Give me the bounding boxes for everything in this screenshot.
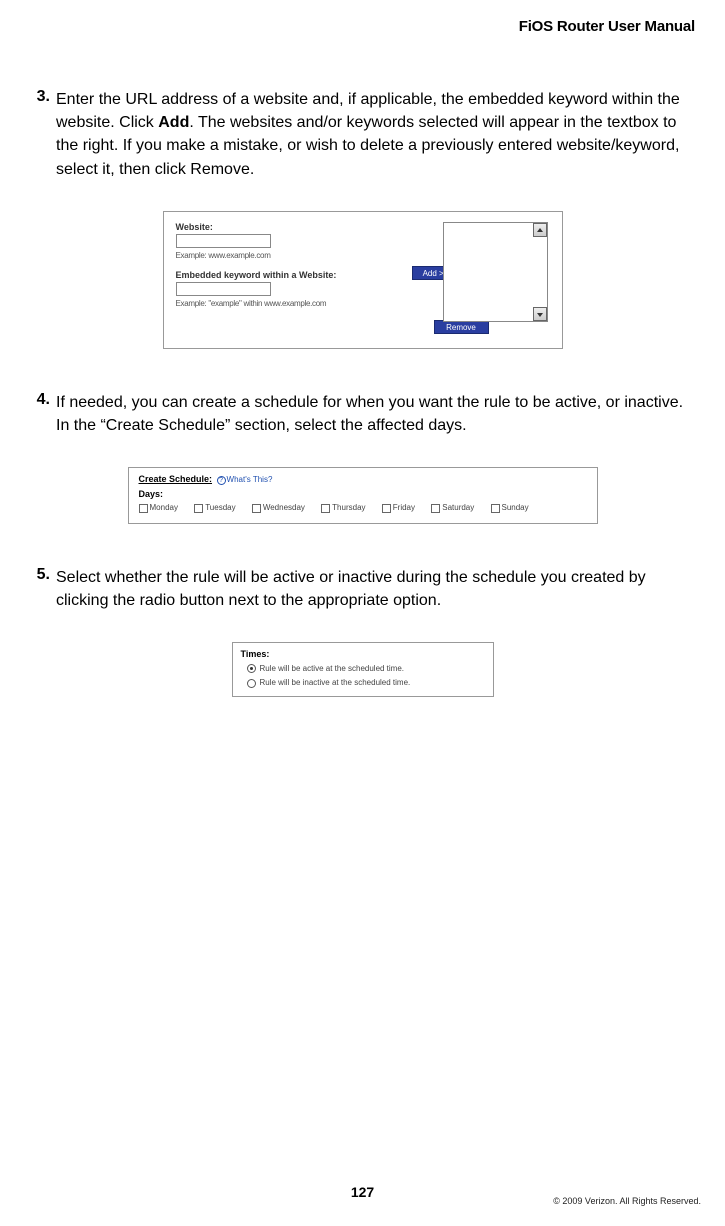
figure-1-wrapper: Website: Example: www.example.com Embedd…: [30, 211, 695, 349]
figure-3-wrapper: Times: Rule will be active at the schedu…: [30, 642, 695, 697]
selected-list[interactable]: [443, 222, 548, 322]
day-label: Saturday: [442, 503, 474, 512]
day-label: Monday: [150, 503, 178, 512]
create-schedule-title: Create Schedule:: [139, 474, 213, 484]
whats-this-link[interactable]: ?What's This?: [217, 475, 273, 484]
day-sunday[interactable]: Sunday: [491, 503, 529, 512]
day-label: Tuesday: [205, 503, 235, 512]
copyright-text: © 2009 Verizon. All Rights Reserved.: [553, 1196, 701, 1206]
remove-button[interactable]: Remove: [434, 320, 489, 334]
day-label: Sunday: [502, 503, 529, 512]
option-inactive-label: Rule will be inactive at the scheduled t…: [260, 678, 411, 687]
option-inactive-row[interactable]: Rule will be inactive at the scheduled t…: [241, 678, 485, 687]
radio-active[interactable]: [247, 664, 256, 673]
option-active-row[interactable]: Rule will be active at the scheduled tim…: [241, 664, 485, 673]
step-5: 5. Select whether the rule will be activ…: [30, 566, 695, 612]
day-tuesday[interactable]: Tuesday: [194, 503, 235, 512]
scroll-up-icon[interactable]: [533, 223, 547, 237]
step-4-text: If needed, you can create a schedule for…: [56, 391, 695, 437]
checkbox-icon[interactable]: [382, 504, 391, 513]
day-wednesday[interactable]: Wednesday: [252, 503, 305, 512]
day-label: Friday: [393, 503, 415, 512]
step-3-bold: Add: [158, 114, 189, 131]
checkbox-icon[interactable]: [321, 504, 330, 513]
checkbox-icon[interactable]: [491, 504, 500, 513]
whats-this-text: What's This?: [227, 475, 273, 484]
day-label: Thursday: [332, 503, 365, 512]
figure-times: Times: Rule will be active at the schedu…: [232, 642, 494, 697]
checkbox-icon[interactable]: [194, 504, 203, 513]
day-label: Wednesday: [263, 503, 305, 512]
checkbox-icon[interactable]: [252, 504, 261, 513]
days-row: Monday Tuesday Wednesday Thursday Friday…: [139, 503, 587, 512]
help-icon: ?: [217, 476, 226, 485]
checkbox-icon[interactable]: [139, 504, 148, 513]
content-area: 3. Enter the URL address of a website an…: [30, 88, 695, 739]
scroll-down-icon[interactable]: [533, 307, 547, 321]
radio-inactive[interactable]: [247, 679, 256, 688]
step-3: 3. Enter the URL address of a website an…: [30, 88, 695, 181]
day-monday[interactable]: Monday: [139, 503, 178, 512]
step-5-number: 5.: [30, 566, 56, 612]
step-5-text: Select whether the rule will be active o…: [56, 566, 695, 612]
checkbox-icon[interactable]: [431, 504, 440, 513]
figure-2-wrapper: Create Schedule: ?What's This? Days: Mon…: [30, 467, 695, 523]
day-saturday[interactable]: Saturday: [431, 503, 474, 512]
day-friday[interactable]: Friday: [382, 503, 415, 512]
page-header-title: FiOS Router User Manual: [519, 18, 695, 35]
step-3-number: 3.: [30, 88, 56, 181]
option-active-label: Rule will be active at the scheduled tim…: [260, 664, 405, 673]
keyword-input[interactable]: [176, 282, 271, 296]
step-4: 4. If needed, you can create a schedule …: [30, 391, 695, 437]
times-label: Times:: [241, 649, 485, 659]
days-label: Days:: [139, 489, 587, 499]
day-thursday[interactable]: Thursday: [321, 503, 365, 512]
figure-create-schedule: Create Schedule: ?What's This? Days: Mon…: [128, 467, 598, 523]
step-4-number: 4.: [30, 391, 56, 437]
step-3-text: Enter the URL address of a website and, …: [56, 88, 695, 181]
figure-website-keyword: Website: Example: www.example.com Embedd…: [163, 211, 563, 349]
website-input[interactable]: [176, 234, 271, 248]
